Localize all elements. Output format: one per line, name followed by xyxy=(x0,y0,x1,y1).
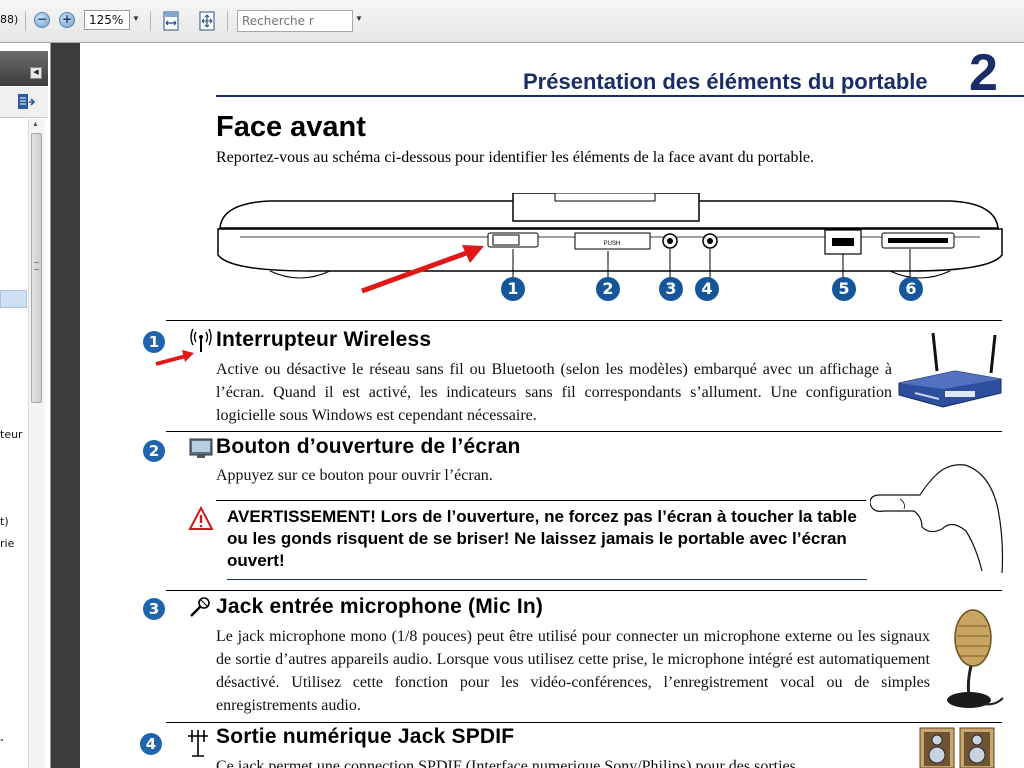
section-title: Face avant xyxy=(216,111,366,143)
bookmark-options-icon[interactable] xyxy=(16,92,36,112)
warning-icon xyxy=(188,506,214,530)
section-description: Reportez-vous au schéma ci-dessous pour … xyxy=(216,149,814,166)
zoom-out-icon: − xyxy=(36,12,48,26)
collapse-panel-button[interactable]: ◀ xyxy=(30,67,42,79)
zoom-out-button[interactable]: − xyxy=(34,12,50,28)
spdif-icon xyxy=(188,730,208,757)
bookmark-fragment[interactable]: rie xyxy=(0,537,14,550)
fit-width-icon[interactable] xyxy=(161,10,181,32)
scrollbar-thumb[interactable] xyxy=(31,133,42,403)
diagram-label: 5 xyxy=(832,277,856,301)
toolbar-separator xyxy=(150,11,151,31)
wireless-router-image xyxy=(898,332,1002,408)
item-body: Le jack microphone mono (1/8 pouces) peu… xyxy=(216,628,930,714)
item-divider xyxy=(166,722,1002,723)
diagram-label: 2 xyxy=(596,277,620,301)
panel-splitter[interactable] xyxy=(51,43,80,768)
panel-scrollbar[interactable]: ▲ xyxy=(28,119,45,768)
navigation-panel: ◀ teur t) rie " ▲ xyxy=(0,43,51,768)
item-title: Sortie numérique Jack SPDIF xyxy=(216,725,515,748)
item-body: Ce jack permet une connection SPDIF (Int… xyxy=(216,758,796,768)
toolbar: 88) − + 125% ▼ ▼ xyxy=(0,0,1024,43)
diagram-label: 3 xyxy=(659,277,683,301)
finger-press-image xyxy=(870,464,1004,574)
item-divider xyxy=(166,431,1002,432)
scroll-up-icon[interactable]: ▲ xyxy=(32,121,39,128)
item-number-badge: 2 xyxy=(143,440,165,462)
chapter-divider xyxy=(216,95,1024,97)
item-number-badge: 4 xyxy=(140,733,162,755)
search-dropdown-icon[interactable]: ▼ xyxy=(355,14,363,23)
toolbar-separator xyxy=(25,11,26,31)
search-input[interactable] xyxy=(237,10,353,32)
page-number-fragment: 88) xyxy=(0,13,19,26)
speakers-image xyxy=(919,727,995,768)
item-title: Interrupteur Wireless xyxy=(216,328,432,351)
zoom-in-button[interactable]: + xyxy=(59,12,75,28)
fit-page-icon[interactable] xyxy=(197,10,217,32)
zoom-level-field[interactable]: 125% xyxy=(84,10,130,30)
desk-microphone-image xyxy=(947,609,1004,708)
warning-text: AVERTISSEMENT! Lors de l’ouverture, ne f… xyxy=(227,507,857,570)
warning-divider-bottom xyxy=(227,579,867,580)
item-title: Bouton d’ouverture de l’écran xyxy=(216,435,521,458)
monitor-icon xyxy=(189,438,213,458)
document-page: Présentation des éléments du portable 2 … xyxy=(80,43,1024,768)
bookmark-fragment[interactable]: t) xyxy=(0,515,9,528)
diagram-label: 1 xyxy=(501,277,525,301)
item-title: Jack entrée microphone (Mic In) xyxy=(216,595,544,618)
item-divider xyxy=(166,320,1002,321)
microphone-icon xyxy=(190,597,210,617)
grip-icon xyxy=(34,262,39,270)
selected-bookmark[interactable] xyxy=(0,290,27,308)
panel-toolbar xyxy=(0,87,48,118)
warning-divider-top xyxy=(216,500,866,501)
chapter-title: Présentation des éléments du portable xyxy=(523,69,928,94)
bookmark-fragment[interactable]: teur xyxy=(0,428,23,441)
push-label: PUSH xyxy=(604,241,621,247)
chapter-number: 2 xyxy=(969,44,998,102)
toolbar-separator xyxy=(227,11,228,31)
zoom-in-icon: + xyxy=(61,12,73,26)
item-number-badge: 3 xyxy=(143,598,165,620)
zoom-dropdown-icon[interactable]: ▼ xyxy=(132,14,140,23)
diagram-label: 6 xyxy=(899,277,923,301)
diagram-label: 4 xyxy=(695,277,719,301)
item-body: Active ou désactive le réseau sans fil o… xyxy=(216,361,892,424)
bookmark-fragment[interactable]: " xyxy=(0,738,4,747)
panel-header: ◀ xyxy=(0,51,48,86)
red-pointer-arrow-icon xyxy=(155,350,194,366)
item-body: Appuyez sur ce bouton pour ouvrir l’écra… xyxy=(216,467,493,484)
item-divider xyxy=(166,590,1002,591)
